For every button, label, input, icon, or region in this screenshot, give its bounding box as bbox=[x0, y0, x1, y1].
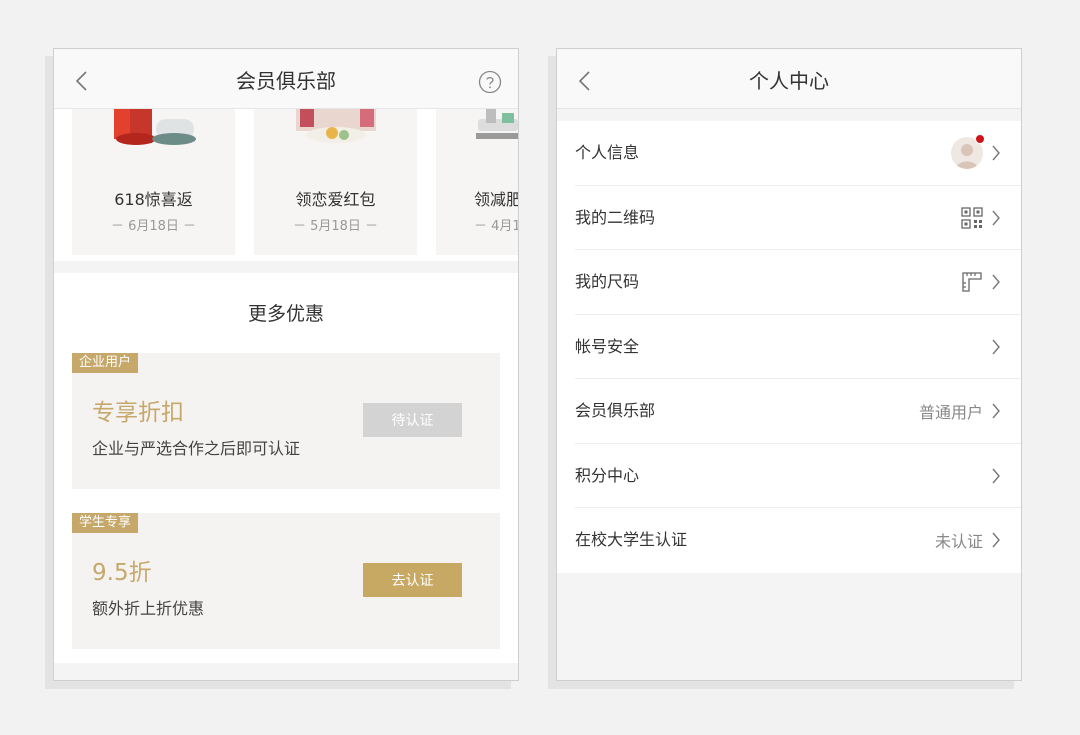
chevron-right-icon bbox=[992, 145, 1000, 161]
promo-image bbox=[114, 109, 196, 145]
page-title: 个人中心 bbox=[749, 69, 829, 93]
personal-center-screen: 个人中心 个人信息 我的二维码 我的尺码 帐号安全 会员俱乐部 普通用户 积分中… bbox=[556, 48, 1022, 681]
menu-item-member-club[interactable]: 会员俱乐部 普通用户 bbox=[575, 379, 1021, 444]
offer-card-enterprise: 企业用户 专享折扣 企业与严选合作之后即可认证 待认证 bbox=[72, 353, 500, 489]
chevron-right-icon bbox=[992, 339, 1000, 354]
promo-title: 领减肥 bbox=[474, 190, 518, 209]
menu-item-my-size[interactable]: 我的尺码 bbox=[575, 250, 1021, 315]
promo-image bbox=[476, 109, 518, 139]
ruler-icon bbox=[962, 272, 982, 292]
nav-bar: 个人中心 bbox=[557, 49, 1021, 109]
promo-card[interactable]: 领减肥 － 4月1 bbox=[436, 109, 518, 255]
membership-level: 普通用户 bbox=[918, 403, 983, 422]
promo-date: － 6月18日 － bbox=[110, 219, 197, 234]
menu-label: 帐号安全 bbox=[575, 336, 640, 356]
page-title: 会员俱乐部 bbox=[236, 69, 336, 93]
pending-verification-button[interactable]: 待认证 bbox=[363, 403, 462, 437]
section-divider bbox=[54, 261, 518, 273]
offer-tag: 企业用户 bbox=[72, 353, 139, 373]
notification-dot bbox=[975, 134, 985, 144]
more-offers-section: 更多优惠 企业用户 专享折扣 企业与严选合作之后即可认证 待认证 学生专享 9.… bbox=[54, 273, 518, 663]
chevron-right-icon bbox=[992, 274, 1000, 290]
avatar bbox=[951, 134, 985, 169]
promo-title: 618惊喜返 bbox=[114, 190, 193, 209]
promo-title: 领恋爱红包 bbox=[295, 190, 376, 209]
menu-label: 在校大学生认证 bbox=[575, 530, 688, 549]
promo-card[interactable]: 618惊喜返 － 6月18日 － bbox=[72, 109, 235, 255]
menu-item-account-security[interactable]: 帐号安全 bbox=[575, 315, 1021, 379]
verification-status: 未认证 bbox=[934, 532, 983, 551]
go-verify-button[interactable]: 去认证 bbox=[363, 563, 462, 597]
offer-title: 9.5折 bbox=[92, 560, 152, 586]
menu-label: 我的尺码 bbox=[575, 272, 640, 291]
offer-tag: 学生专享 bbox=[72, 513, 139, 533]
chevron-right-icon bbox=[992, 532, 1000, 548]
offer-description: 额外折上折优惠 bbox=[92, 599, 205, 618]
menu-item-personal-info[interactable]: 个人信息 bbox=[575, 121, 1021, 186]
promo-image bbox=[296, 109, 376, 143]
help-icon[interactable] bbox=[478, 70, 502, 94]
menu-label: 会员俱乐部 bbox=[575, 401, 656, 420]
chevron-right-icon bbox=[992, 468, 1000, 483]
chevron-right-icon bbox=[992, 403, 1000, 419]
settings-list: 个人信息 我的二维码 我的尺码 帐号安全 会员俱乐部 普通用户 积分中心 在校大… bbox=[557, 121, 1021, 573]
menu-item-student-verification[interactable]: 在校大学生认证 未认证 bbox=[575, 508, 1021, 573]
menu-label: 积分中心 bbox=[575, 465, 640, 485]
menu-label: 我的二维码 bbox=[575, 207, 656, 227]
menu-item-qr-code[interactable]: 我的二维码 bbox=[575, 186, 1021, 250]
menu-item-points-center[interactable]: 积分中心 bbox=[575, 444, 1021, 508]
section-title: 更多优惠 bbox=[247, 303, 324, 325]
offer-description: 企业与严选合作之后即可认证 bbox=[92, 439, 301, 458]
promo-card[interactable]: 领恋爱红包 － 5月18日 － bbox=[254, 109, 417, 255]
nav-bar: 会员俱乐部 bbox=[54, 49, 518, 109]
promo-date: － 5月18日 － bbox=[292, 219, 379, 234]
chevron-right-icon bbox=[992, 210, 1000, 225]
menu-label: 个人信息 bbox=[575, 143, 640, 162]
offer-title: 专享折扣 bbox=[92, 400, 184, 426]
member-club-screen: 会员俱乐部 618惊喜返 － 6月18日 － 领恋爱红包 － 5月18日 － 领… bbox=[53, 48, 519, 681]
offer-card-student: 学生专享 9.5折 额外折上折优惠 去认证 bbox=[72, 513, 500, 649]
qr-code-icon bbox=[961, 206, 983, 229]
promo-date: － 4月1 bbox=[474, 219, 518, 234]
